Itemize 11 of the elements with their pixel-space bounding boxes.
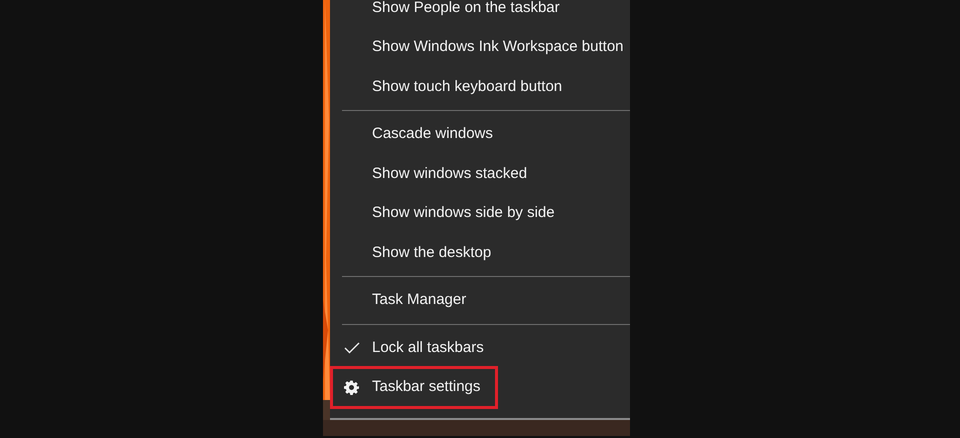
menu-item[interactable]: Show windows side by side [330,194,630,233]
menu-item[interactable]: Lock all taskbars [330,328,630,368]
menu-item[interactable]: Show the desktop [330,233,630,272]
settings-icon [344,380,359,395]
menu-item[interactable]: Taskbar settings [330,368,630,407]
menu-item[interactable]: Show Windows Ink Workspace button [330,28,630,67]
menu-item[interactable]: Task Manager [330,280,630,320]
menu-item[interactable]: Show touch keyboard button [330,67,630,106]
menu-item[interactable]: Show People on the taskbar [330,0,630,28]
menu-item[interactable]: Cascade windows [330,114,630,154]
menu-item[interactable]: Show windows stacked [330,154,630,194]
